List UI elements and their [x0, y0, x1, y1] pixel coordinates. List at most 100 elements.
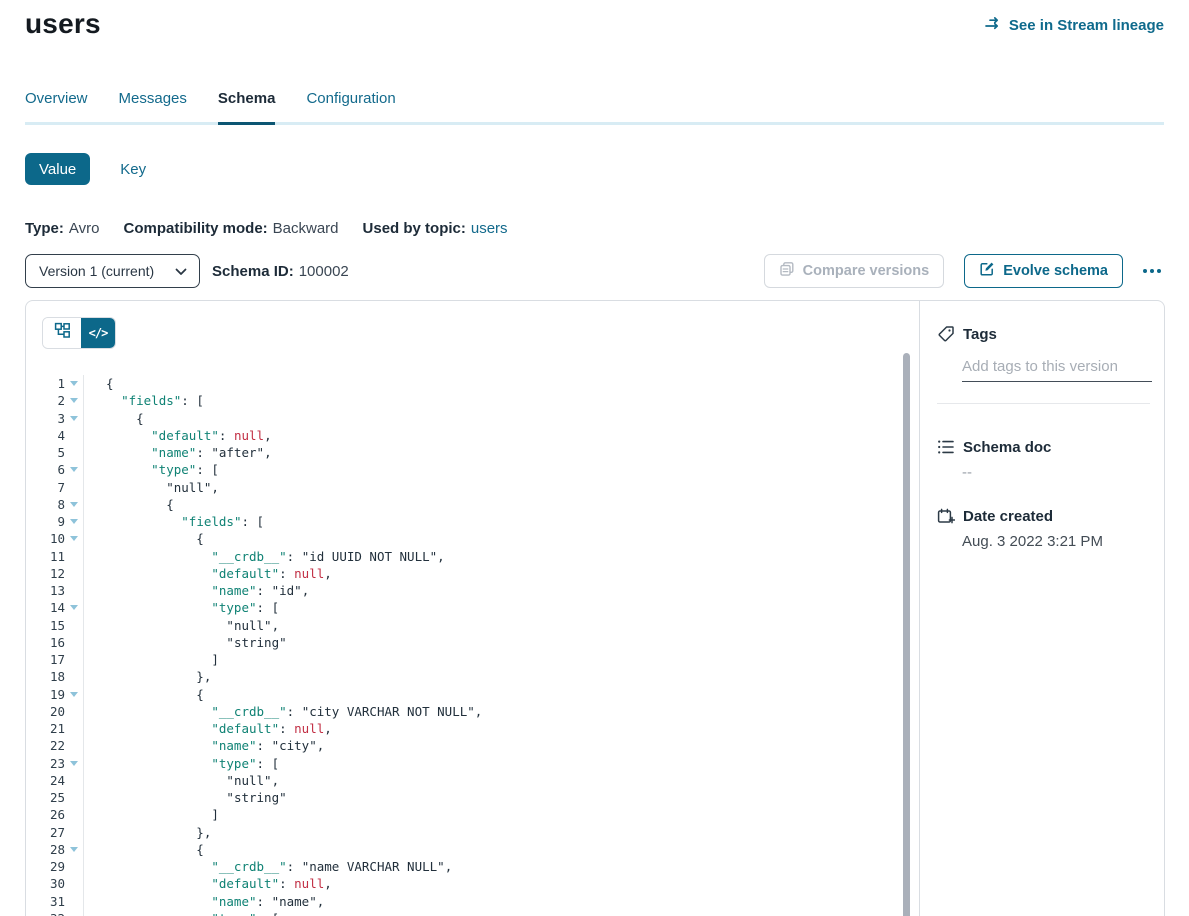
tab-overview[interactable]: Overview	[25, 90, 88, 122]
schema-doc-title: Schema doc	[963, 439, 1051, 456]
key-toggle-button[interactable]: Key	[106, 153, 160, 185]
tags-section: Tags	[937, 325, 1150, 404]
schema-panel: </> 1{2 "fields": [3 {4 "default": null,…	[25, 300, 1165, 916]
code-line: 12 "default": null,	[26, 565, 919, 582]
tags-input[interactable]	[962, 355, 1152, 381]
fold-column	[65, 893, 83, 910]
code-text: "name": "name",	[83, 893, 919, 910]
chevron-down-icon	[175, 263, 187, 279]
code-text: {	[83, 686, 919, 703]
line-number: 17	[26, 651, 65, 668]
fold-toggle-icon[interactable]	[70, 398, 78, 403]
stream-lineage-icon	[985, 16, 1002, 34]
line-number: 27	[26, 824, 65, 841]
schema-id-value: 100002	[299, 263, 349, 280]
tab-bar: Overview Messages Schema Configuration	[25, 90, 1164, 125]
schema-sidebar: Tags Schema	[919, 301, 1164, 916]
topic-link[interactable]: users	[471, 220, 508, 237]
code-line: 17 ]	[26, 651, 919, 668]
page-title: users	[25, 8, 101, 40]
meta-compatibility-value: Backward	[273, 220, 339, 237]
tree-view-button[interactable]	[43, 318, 81, 348]
fold-toggle-icon[interactable]	[70, 416, 78, 421]
tag-icon	[937, 325, 955, 343]
version-select[interactable]: Version 1 (current)	[25, 254, 200, 288]
tags-input-wrap	[962, 355, 1152, 382]
date-created-title: Date created	[963, 508, 1053, 525]
code-line: 29 "__crdb__": "name VARCHAR NULL",	[26, 858, 919, 875]
meta-used-by-topic: Used by topic: users	[363, 220, 508, 237]
fold-toggle-icon[interactable]	[70, 467, 78, 472]
compare-versions-label: Compare versions	[803, 263, 930, 279]
line-number: 21	[26, 720, 65, 737]
code-text: "type": [	[83, 461, 919, 478]
line-number: 6	[26, 461, 65, 478]
line-number: 32	[26, 910, 65, 916]
fold-column	[65, 582, 83, 599]
fold-toggle-icon[interactable]	[70, 381, 78, 386]
line-number: 14	[26, 599, 65, 616]
tab-messages[interactable]: Messages	[119, 90, 187, 122]
code-line: 32 "type": [	[26, 910, 919, 916]
fold-toggle-icon[interactable]	[70, 692, 78, 697]
evolve-schema-button[interactable]: Evolve schema	[964, 254, 1123, 288]
fold-column	[65, 427, 83, 444]
editor-scrollbar[interactable]	[903, 353, 910, 916]
compare-versions-icon	[779, 261, 795, 281]
code-line: 21 "default": null,	[26, 720, 919, 737]
tab-schema[interactable]: Schema	[218, 90, 276, 122]
fold-column	[65, 496, 83, 513]
fold-column	[65, 686, 83, 703]
fold-toggle-icon[interactable]	[70, 502, 78, 507]
code-line: 1{	[26, 375, 919, 392]
date-created-section: Date created Aug. 3 2022 3:21 PM	[937, 507, 1150, 550]
tab-configuration[interactable]: Configuration	[306, 90, 395, 122]
code-line: 18 },	[26, 668, 919, 685]
line-number: 28	[26, 841, 65, 858]
schema-doc-heading: Schema doc	[937, 438, 1150, 456]
code-view-button[interactable]: </>	[81, 318, 115, 348]
fold-column	[65, 651, 83, 668]
code-text: "fields": [	[83, 392, 919, 409]
fold-toggle-icon[interactable]	[70, 761, 78, 766]
line-number: 11	[26, 548, 65, 565]
value-key-toggle: Value Key	[25, 153, 160, 185]
tags-title: Tags	[963, 326, 997, 343]
more-options-button[interactable]	[1139, 254, 1165, 288]
fold-column	[65, 617, 83, 634]
stream-lineage-link[interactable]: See in Stream lineage	[985, 16, 1164, 34]
edit-icon	[979, 261, 995, 281]
meta-compatibility-label: Compatibility mode:	[123, 220, 267, 237]
line-number: 30	[26, 875, 65, 892]
fold-toggle-icon[interactable]	[70, 605, 78, 610]
code-line: 20 "__crdb__": "city VARCHAR NOT NULL",	[26, 703, 919, 720]
line-number: 24	[26, 772, 65, 789]
fold-column	[65, 410, 83, 427]
code-text: {	[83, 496, 919, 513]
schema-id-label: Schema ID:	[212, 263, 294, 280]
fold-toggle-icon[interactable]	[70, 519, 78, 524]
code-line: 31 "name": "name",	[26, 893, 919, 910]
line-number: 16	[26, 634, 65, 651]
code-line: 14 "type": [	[26, 599, 919, 616]
line-number: 19	[26, 686, 65, 703]
code-lines: 1{2 "fields": [3 {4 "default": null,5 "n…	[26, 375, 919, 916]
code-line: 8 {	[26, 496, 919, 513]
compare-versions-button[interactable]: Compare versions	[764, 254, 945, 288]
code-text: {	[83, 841, 919, 858]
line-number: 10	[26, 530, 65, 547]
value-toggle-button[interactable]: Value	[25, 153, 90, 185]
code-text: "string"	[83, 789, 919, 806]
fold-column	[65, 875, 83, 892]
line-number: 20	[26, 703, 65, 720]
meta-used-by-topic-label: Used by topic:	[363, 220, 466, 237]
fold-toggle-icon[interactable]	[70, 847, 78, 852]
fold-column	[65, 548, 83, 565]
code-line: 13 "name": "id",	[26, 582, 919, 599]
fold-toggle-icon[interactable]	[70, 536, 78, 541]
line-number: 26	[26, 806, 65, 823]
code-text: "string"	[83, 634, 919, 651]
fold-column	[65, 444, 83, 461]
code-line: 15 "null",	[26, 617, 919, 634]
schema-id: Schema ID: 100002	[212, 263, 349, 280]
